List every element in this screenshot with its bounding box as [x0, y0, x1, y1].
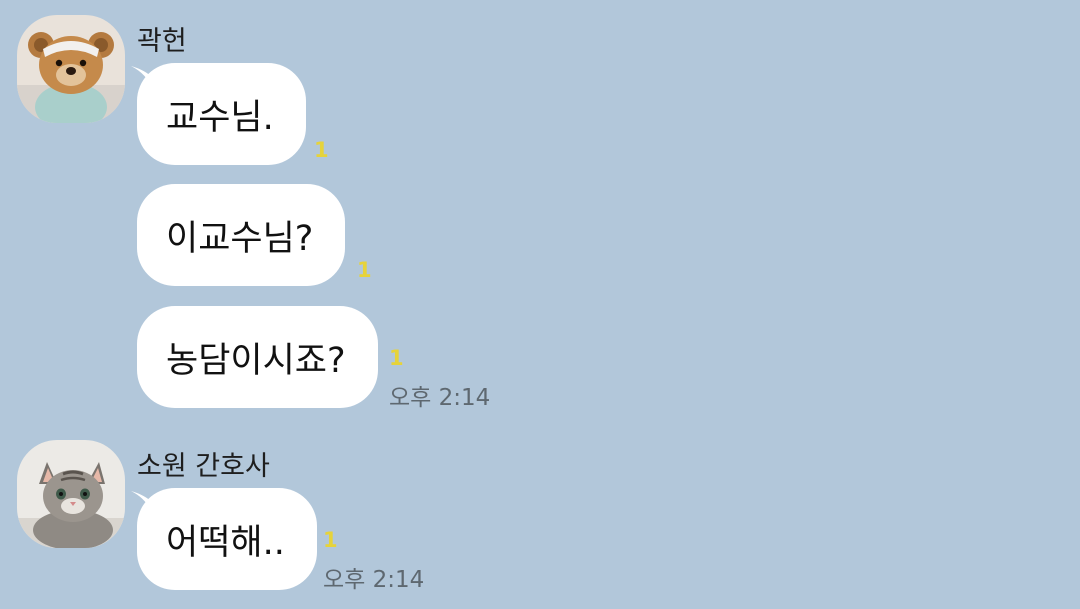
message-time: 오후 2:14 — [323, 567, 425, 593]
message-text: 농담이시죠? — [166, 340, 346, 381]
sender-name: 곽헌 — [137, 26, 187, 57]
message-bubble[interactable]: 교수님. — [137, 63, 306, 165]
teddy-bear-avatar-icon — [17, 15, 125, 123]
unread-count: 1 — [314, 138, 329, 162]
message-bubble[interactable]: 이교수님? — [137, 184, 346, 286]
sender-name: 소원 간호사 — [137, 451, 270, 482]
unread-count: 1 — [357, 258, 372, 282]
message-text: 교수님. — [166, 97, 274, 138]
avatar[interactable] — [17, 15, 125, 123]
message-text: 어떡해.. — [166, 522, 285, 563]
message-time: 오후 2:14 — [389, 385, 491, 411]
message-bubble[interactable]: 농담이시죠? — [137, 306, 378, 408]
message-bubble[interactable]: 어떡해.. — [137, 488, 317, 590]
kitten-avatar-icon — [17, 440, 125, 548]
unread-count: 1 — [389, 346, 404, 370]
avatar[interactable] — [17, 440, 125, 548]
unread-count: 1 — [323, 528, 338, 552]
message-text: 이교수님? — [166, 218, 314, 259]
